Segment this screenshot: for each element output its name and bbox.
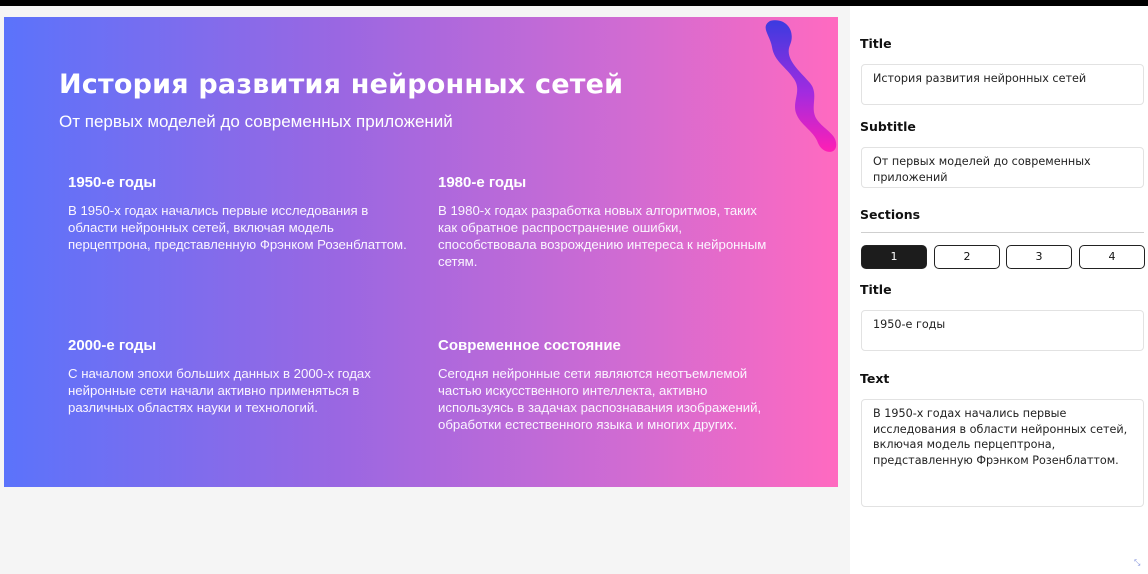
subtitle-label: Subtitle <box>860 119 916 134</box>
section-card-title: 1980-е годы <box>438 174 527 191</box>
section-text-input[interactable]: В 1950-х годах начались первые исследова… <box>861 399 1144 507</box>
section-card-title: Современное состояние <box>438 337 621 354</box>
section-title-label: Title <box>860 282 892 297</box>
slide-subtitle: От первых моделей до современных приложе… <box>59 112 453 131</box>
section-card-title: 1950-е годы <box>68 174 157 191</box>
section-card-text: Сегодня нейронные сети являются неотъемл… <box>438 366 762 432</box>
title-label: Title <box>860 36 892 51</box>
properties-panel: Title История развития нейронных сетей S… <box>850 6 1148 574</box>
section-card-text: В 1980-х годах разработка новых алгоритм… <box>438 203 767 269</box>
text-label: Text <box>860 371 890 386</box>
section-card-title: 2000-е годы <box>68 337 157 354</box>
subtitle-input[interactable]: От первых моделей до современных приложе… <box>861 147 1144 188</box>
section-title-input[interactable]: 1950-е годы <box>861 310 1144 351</box>
resize-handle-icon[interactable]: ⤡ <box>1134 558 1146 570</box>
section-card: 1950-е годы В 1950-х годах начались перв… <box>68 174 408 253</box>
section-tab-4[interactable]: 4 <box>1079 245 1145 269</box>
section-tab-1[interactable]: 1 <box>861 245 927 269</box>
wave-decoration <box>765 20 837 152</box>
section-card: 1980-е годы В 1980-х годах разработка но… <box>438 174 778 270</box>
section-card: Современное состояние Сегодня нейронные … <box>438 337 778 433</box>
canvas-area: История развития нейронных сетей От перв… <box>0 6 850 574</box>
section-card-text: С началом эпохи больших данных в 2000-х … <box>68 366 371 415</box>
slide-title: История развития нейронных сетей <box>59 69 624 100</box>
section-card: 2000-е годы С началом эпохи больших данн… <box>68 337 408 416</box>
sections-divider <box>861 232 1144 233</box>
section-card-text: В 1950-х годах начались первые исследова… <box>68 203 407 252</box>
title-input[interactable]: История развития нейронных сетей <box>861 64 1144 105</box>
section-tab-3[interactable]: 3 <box>1006 245 1072 269</box>
sections-label: Sections <box>860 207 921 222</box>
slide-preview[interactable]: История развития нейронных сетей От перв… <box>4 17 838 487</box>
section-tab-2[interactable]: 2 <box>934 245 1000 269</box>
